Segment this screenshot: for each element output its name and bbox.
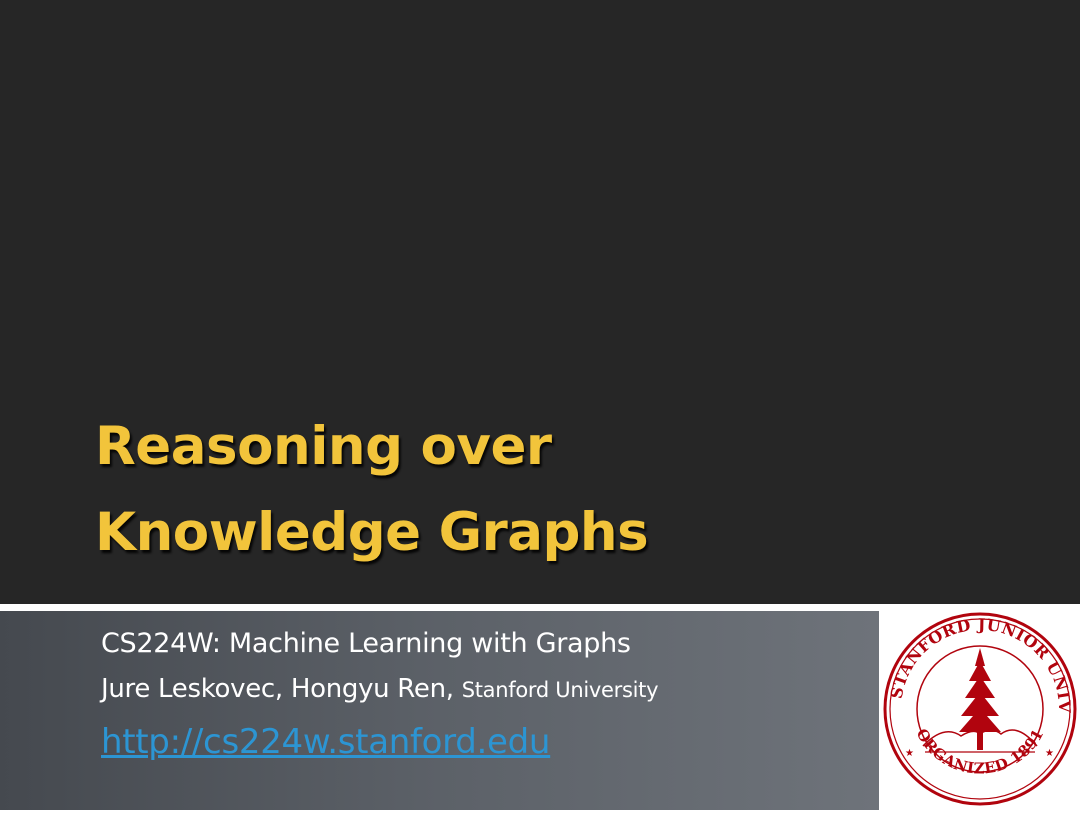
course-name: CS224W: Machine Learning with Graphs	[101, 628, 631, 659]
course-url-link[interactable]: http://cs224w.stanford.edu	[101, 722, 550, 762]
stanford-seal-icon: LELAND STANFORD JUNIOR UNIVERSITY ORGANI…	[871, 591, 1080, 810]
author-names: Jure Leskovec, Hongyu Ren,	[101, 674, 454, 704]
slide-title: Reasoning over Knowledge Graphs	[95, 404, 995, 576]
author-line: Jure Leskovec, Hongyu Ren, Stanford Univ…	[101, 674, 659, 704]
slide-title-line-1: Reasoning over	[95, 416, 552, 477]
svg-text:★: ★	[905, 748, 914, 759]
svg-text:★: ★	[1045, 748, 1054, 759]
slide-title-line-2: Knowledge Graphs	[95, 502, 649, 563]
affiliation: Stanford University	[461, 678, 659, 702]
